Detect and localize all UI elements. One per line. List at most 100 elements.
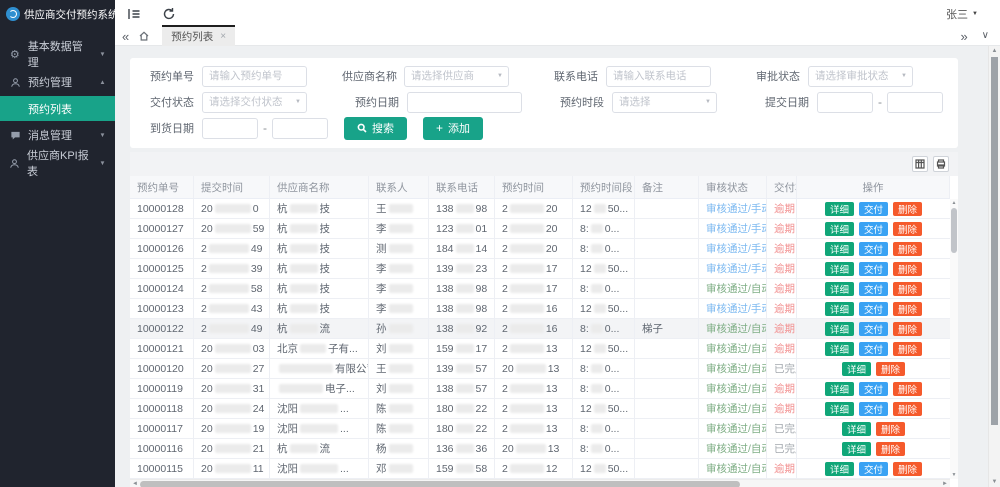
sidebar-item-供应商KPI报表[interactable]: 供应商KPI报表▼ (0, 149, 115, 177)
home-icon[interactable] (138, 29, 153, 44)
print-icon[interactable] (933, 156, 949, 172)
horizontal-scrollbar[interactable]: ◄ ► (130, 479, 950, 487)
filter-select[interactable] (612, 92, 717, 113)
scroll-left-icon[interactable]: ◄ (132, 481, 138, 487)
table-row[interactable]: 10000124258杭技李138982178:0...审核通过/自动逾期详细交… (130, 279, 950, 299)
table-row[interactable]: 10000125239杭技李139232171250...审核通过/手动逾期详细… (130, 259, 950, 279)
delete-button[interactable]: 删除 (893, 202, 922, 216)
cell-text: 2 (201, 243, 207, 255)
cell-text: 20 (502, 363, 514, 375)
detail-button[interactable]: 详细 (825, 402, 854, 416)
detail-button[interactable]: 详细 (825, 302, 854, 316)
filter-input[interactable] (817, 92, 873, 113)
close-icon[interactable]: × (220, 31, 226, 42)
tabs-dropdown-icon[interactable]: ∨ (982, 31, 989, 41)
table-row[interactable]: 10000126249杭技测184142208:0...审核通过/手动逾期详细交… (130, 239, 950, 259)
delete-button[interactable]: 删除 (876, 362, 905, 376)
tabs-scroll-right-icon[interactable]: » (960, 30, 967, 43)
deliver-button[interactable]: 交付 (859, 382, 888, 396)
deliver-button[interactable]: 交付 (859, 402, 888, 416)
delete-button[interactable]: 删除 (876, 442, 905, 456)
scroll-up-icon[interactable]: ▲ (950, 200, 958, 206)
deliver-button[interactable]: 交付 (859, 262, 888, 276)
scroll-up-icon[interactable]: ▲ (989, 48, 1000, 54)
delete-button[interactable]: 删除 (893, 262, 922, 276)
add-button[interactable]: +添加 (423, 117, 483, 140)
filter-input[interactable] (202, 66, 307, 87)
table-scrollbar-thumb[interactable] (951, 208, 957, 253)
table-row[interactable]: 100001202027有限公司王1395720138:0...审核通过/自动已… (130, 359, 950, 379)
sidebar-item-预约管理[interactable]: 预约管理▲ (0, 68, 115, 96)
tabs-scroll-left-icon[interactable]: « (122, 30, 129, 43)
page-scrollbar-thumb[interactable] (991, 57, 998, 425)
columns-icon[interactable] (912, 156, 928, 172)
filter-input[interactable] (606, 66, 711, 87)
table-scrollbar[interactable]: ▲ ▼ (950, 199, 958, 479)
delete-button[interactable]: 删除 (893, 222, 922, 236)
deliver-button[interactable]: 交付 (859, 322, 888, 336)
delete-button[interactable]: 删除 (893, 342, 922, 356)
filter-select[interactable] (808, 66, 913, 87)
search-button-label: 搜索 (372, 120, 394, 136)
user-menu[interactable]: 张三 ▼ (946, 6, 988, 22)
detail-button[interactable]: 详细 (825, 322, 854, 336)
deliver-button[interactable]: 交付 (859, 282, 888, 296)
deliver-button[interactable]: 交付 (859, 462, 888, 476)
sidebar-item-消息管理[interactable]: 消息管理▼ (0, 121, 115, 149)
filter-input[interactable] (272, 118, 328, 139)
sidebar-subitem-预约列表[interactable]: 预约列表 (0, 96, 115, 121)
scroll-right-icon[interactable]: ► (942, 481, 948, 487)
deliver-button[interactable]: 交付 (859, 342, 888, 356)
delete-button[interactable]: 删除 (876, 422, 905, 436)
sidebar-collapse-icon[interactable] (127, 6, 142, 21)
table-row[interactable]: 10000122249杭流孙138922168:0...梯子审核通过/自动逾期详… (130, 319, 950, 339)
filter-select[interactable] (404, 66, 509, 87)
detail-button[interactable]: 详细 (825, 202, 854, 216)
delete-button[interactable]: 删除 (893, 282, 922, 296)
table-row[interactable]: 100001272059杭技李123012208:0...审核通过/手动逾期详细… (130, 219, 950, 239)
sidebar-item-基本数据管理[interactable]: ⚙基本数据管理▼ (0, 40, 115, 68)
detail-button[interactable]: 详细 (825, 242, 854, 256)
cell-contact: 李 (369, 299, 429, 318)
refresh-icon[interactable] (162, 6, 177, 21)
filter-input[interactable] (202, 118, 258, 139)
scroll-down-icon[interactable]: ▼ (989, 479, 1000, 485)
horizontal-scrollbar-thumb[interactable] (140, 481, 740, 487)
delete-button[interactable]: 删除 (893, 462, 922, 476)
table-row[interactable]: 10000128200杭技王138982201250...审核通过/手动逾期详细… (130, 199, 950, 219)
search-button[interactable]: 搜索 (344, 117, 407, 140)
page-scrollbar[interactable]: ▲ ▼ (988, 46, 1000, 487)
delete-button[interactable]: 删除 (893, 302, 922, 316)
detail-button[interactable]: 详细 (825, 382, 854, 396)
detail-button[interactable]: 详细 (825, 282, 854, 296)
filter-select[interactable] (202, 92, 307, 113)
delete-button[interactable]: 删除 (893, 322, 922, 336)
detail-button[interactable]: 详细 (825, 462, 854, 476)
deliver-button[interactable]: 交付 (859, 202, 888, 216)
delete-button[interactable]: 删除 (893, 242, 922, 256)
table-row[interactable]: 100001152011沈阳...邓159582121250...审核通过/自动… (130, 459, 950, 479)
cell-phone: 18022 (429, 399, 495, 418)
deliver-button[interactable]: 交付 (859, 302, 888, 316)
detail-button[interactable]: 详细 (825, 262, 854, 276)
delete-button[interactable]: 删除 (893, 402, 922, 416)
deliver-button[interactable]: 交付 (859, 222, 888, 236)
table-row[interactable]: 10000123243杭技李138982161250...审核通过/手动逾期详细… (130, 299, 950, 319)
scroll-down-icon[interactable]: ▼ (950, 472, 958, 478)
filter-input[interactable] (887, 92, 943, 113)
table-row[interactable]: 100001212003北京子有...刘159172131250...审核通过/… (130, 339, 950, 359)
detail-button[interactable]: 详细 (825, 342, 854, 356)
filter-input[interactable] (407, 92, 522, 113)
delete-button[interactable]: 删除 (893, 382, 922, 396)
filter-field-审批状态: 审批状态▼ (746, 66, 948, 87)
detail-button[interactable]: 详细 (825, 222, 854, 236)
table-row[interactable]: 100001192031电子...刘138572138:0...审核通过/自动逾… (130, 379, 950, 399)
detail-button[interactable]: 详细 (842, 442, 871, 456)
detail-button[interactable]: 详细 (842, 362, 871, 376)
table-row[interactable]: 100001182024沈阳...陈180222131250...审核通过/自动… (130, 399, 950, 419)
deliver-button[interactable]: 交付 (859, 242, 888, 256)
table-row[interactable]: 100001162021杭流杨1363620138:0...审核通过/自动已完成… (130, 439, 950, 459)
tab-reservation-list[interactable]: 预约列表 × (162, 27, 235, 46)
detail-button[interactable]: 详细 (842, 422, 871, 436)
table-row[interactable]: 100001172019沈阳...陈180222138:0...审核通过/自动已… (130, 419, 950, 439)
